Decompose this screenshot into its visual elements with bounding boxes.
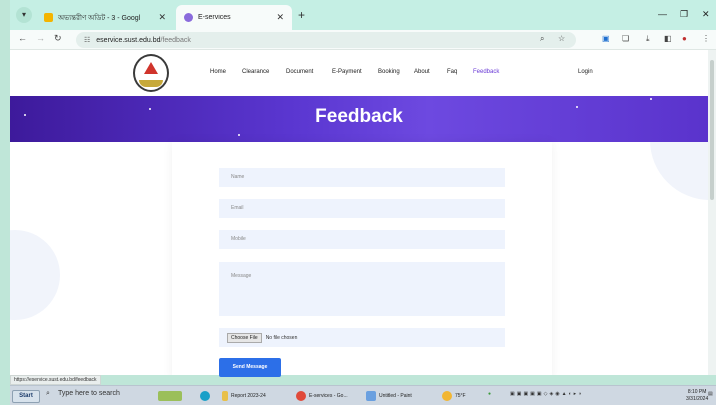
tray-app-icon[interactable]: ● bbox=[488, 391, 491, 397]
url-host: eservice.sust.edu.bd bbox=[96, 36, 161, 44]
nav-login[interactable]: Login bbox=[578, 69, 593, 75]
nav-feedback[interactable]: Feedback bbox=[473, 69, 499, 75]
tray-icons[interactable]: ▣▣▣▣▣◇◈◉▲◐▸◑ bbox=[510, 391, 583, 397]
decorative-dot bbox=[650, 98, 652, 100]
url-path: /feedback bbox=[160, 36, 191, 44]
search-icon[interactable]: ⌕ bbox=[46, 390, 50, 398]
browser-toolbar: ← → ↻ ☷ eservice.sust.edu.bd /feedback ⌕… bbox=[10, 30, 716, 50]
nav-booking[interactable]: Booking bbox=[378, 69, 400, 75]
nav-document[interactable]: Document bbox=[286, 69, 313, 75]
clock-date: 3/31/2024 bbox=[686, 396, 709, 402]
message-field[interactable]: Message bbox=[219, 262, 505, 316]
menu-kebab-icon[interactable]: ⋮ bbox=[702, 34, 710, 43]
weather-temp: 75°F bbox=[455, 393, 466, 399]
decorative-circle bbox=[10, 230, 60, 320]
taskbar: Start ⌕ Type here to search Report 2023-… bbox=[10, 385, 716, 405]
taskbar-item-label: Report 2023-24 bbox=[231, 393, 266, 399]
taskbar-item-report[interactable]: Report 2023-24 bbox=[222, 389, 266, 403]
reload-icon[interactable]: ↻ bbox=[54, 33, 62, 44]
bookmark-star-icon[interactable]: ☆ bbox=[558, 34, 565, 43]
forward-icon[interactable]: → bbox=[36, 33, 45, 43]
site-header: Home Clearance Document E-Payment Bookin… bbox=[10, 50, 708, 96]
download-icon[interactable]: ⤓ bbox=[646, 34, 650, 44]
site-info-icon[interactable]: ☷ bbox=[84, 36, 90, 44]
web-page: Home Clearance Document E-Payment Bookin… bbox=[10, 50, 708, 375]
name-field[interactable]: Name bbox=[219, 168, 505, 187]
nav-home[interactable]: Home bbox=[210, 69, 226, 75]
tab-active[interactable]: E-services ✕ bbox=[176, 5, 292, 30]
taskbar-item-label: E-services - Go... bbox=[309, 393, 348, 399]
close-icon[interactable]: ✕ bbox=[158, 12, 166, 23]
extensions-puzzle-icon[interactable]: ❏ bbox=[622, 34, 629, 43]
new-tab-icon[interactable]: + bbox=[298, 8, 305, 22]
maximize-icon[interactable]: ❐ bbox=[680, 9, 688, 20]
nav-clearance[interactable]: Clearance bbox=[242, 69, 269, 75]
nav-epayment[interactable]: E-Payment bbox=[332, 69, 362, 75]
tab-search-icon[interactable]: ▾ bbox=[16, 7, 32, 23]
chrome-icon bbox=[296, 391, 306, 401]
back-icon[interactable]: ← bbox=[18, 33, 27, 43]
file-upload[interactable]: Choose File No file chosen bbox=[219, 328, 505, 347]
taskbar-item-chrome[interactable]: E-services - Go... bbox=[296, 389, 348, 403]
page-scrollbar[interactable] bbox=[708, 50, 716, 375]
sidepanel-icon[interactable]: ◧ bbox=[664, 34, 672, 43]
extension-icon[interactable]: ▣ bbox=[602, 34, 610, 43]
weather-widget[interactable]: 75°F bbox=[442, 389, 466, 403]
taskbar-item-label: Untitled - Paint bbox=[379, 393, 412, 399]
notification-icon[interactable]: ▤ bbox=[708, 391, 713, 397]
mobile-field[interactable]: Mobile bbox=[219, 230, 505, 249]
tab-inactive[interactable]: অভ্যন্তরীণ অডিট - 3 - Googl ✕ bbox=[36, 5, 174, 30]
page-title: Feedback bbox=[315, 106, 403, 127]
close-window-icon[interactable]: ✕ bbox=[702, 9, 710, 20]
email-field[interactable]: Email bbox=[219, 199, 505, 218]
tab-title: E-services bbox=[198, 14, 231, 21]
choose-file-button[interactable]: Choose File bbox=[227, 332, 262, 343]
minimize-icon[interactable]: — bbox=[658, 9, 667, 19]
taskbar-clock[interactable]: 8:10 PM 3/31/2024 bbox=[686, 389, 708, 403]
clock-time: 8:10 PM bbox=[687, 389, 707, 395]
tab-strip: ▾ অভ্যন্তরীণ অডিট - 3 - Googl ✕ E-servic… bbox=[10, 0, 716, 30]
profile-avatar-icon[interactable]: ● bbox=[682, 34, 687, 43]
decorative-dot bbox=[238, 134, 240, 136]
taskbar-search[interactable]: Type here to search bbox=[58, 390, 120, 397]
paint-icon bbox=[366, 391, 376, 401]
site-favicon-icon bbox=[184, 13, 193, 22]
start-button[interactable]: Start bbox=[12, 390, 40, 403]
status-url: https://eservice.sust.edu.bd/feedback bbox=[10, 375, 101, 385]
google-drive-icon bbox=[44, 13, 53, 22]
page-banner: Feedback bbox=[10, 96, 708, 142]
zoom-icon[interactable]: ⌕ bbox=[540, 34, 544, 44]
weather-icon bbox=[442, 391, 452, 401]
scrollbar-thumb[interactable] bbox=[710, 60, 714, 200]
taskbar-widget-icon[interactable] bbox=[158, 389, 182, 403]
edge-icon[interactable] bbox=[200, 389, 210, 403]
address-bar[interactable]: ☷ eservice.sust.edu.bd /feedback bbox=[76, 32, 576, 48]
university-logo[interactable] bbox=[133, 54, 169, 92]
taskbar-item-paint[interactable]: Untitled - Paint bbox=[366, 389, 412, 403]
close-icon[interactable]: ✕ bbox=[276, 12, 284, 23]
folder-icon bbox=[222, 391, 228, 401]
nav-about[interactable]: About bbox=[414, 69, 430, 75]
tab-title: অভ্যন্তরীণ অডিট - 3 - Googl bbox=[58, 14, 141, 22]
send-message-button[interactable]: Send Message bbox=[219, 358, 281, 377]
file-status: No file chosen bbox=[265, 334, 298, 341]
nav-faq[interactable]: Faq bbox=[447, 69, 457, 75]
